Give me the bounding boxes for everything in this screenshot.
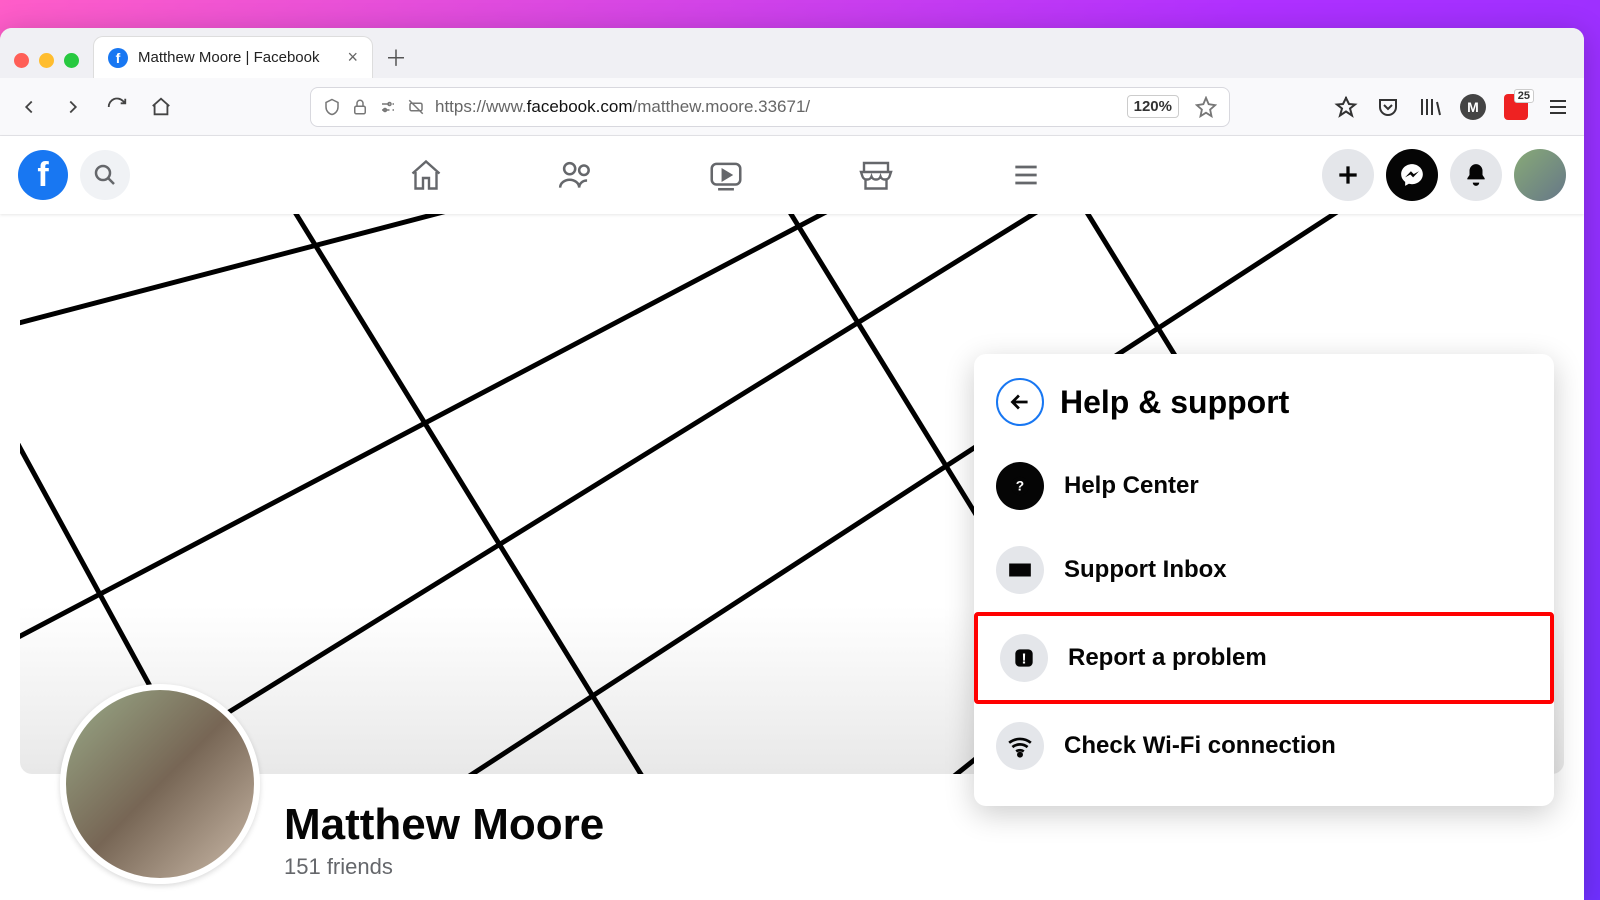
- svg-text:?: ?: [1016, 479, 1024, 494]
- shield-icon: [323, 98, 341, 116]
- menu-item-help-center[interactable]: ? Help Center: [974, 444, 1554, 528]
- extension-badge-count: 25: [1514, 89, 1534, 103]
- tracking-blocked-icon: [407, 98, 425, 116]
- bookmark-star-icon[interactable]: [1195, 96, 1217, 118]
- notifications-button[interactable]: [1450, 149, 1502, 201]
- browser-tab[interactable]: f Matthew Moore | Facebook ×: [93, 36, 373, 78]
- window-close-icon[interactable]: [14, 53, 29, 68]
- extensions-icon[interactable]: [1334, 95, 1358, 119]
- nav-reload-button[interactable]: [102, 92, 132, 122]
- help-support-dropdown: Help & support ? Help Center Support Inb…: [974, 354, 1554, 806]
- window-minimize-icon[interactable]: [39, 53, 54, 68]
- menu-item-check-wifi[interactable]: Check Wi-Fi connection: [974, 704, 1554, 788]
- wifi-icon: [996, 722, 1044, 770]
- pocket-icon[interactable]: [1376, 95, 1400, 119]
- browser-right-icons: M 25: [1334, 94, 1570, 120]
- profile-info: Matthew Moore 151 friends: [284, 800, 604, 884]
- adblock-extension-icon[interactable]: 25: [1504, 95, 1528, 119]
- svg-text:!: !: [1021, 650, 1026, 667]
- menu-item-label: Support Inbox: [1064, 556, 1227, 584]
- envelope-icon: [996, 546, 1044, 594]
- url-bar: https://www.facebook.com/matthew.moore.3…: [0, 78, 1584, 136]
- fb-search-button[interactable]: [80, 150, 130, 200]
- url-field[interactable]: https://www.facebook.com/matthew.moore.3…: [310, 87, 1230, 127]
- report-icon: !: [1000, 634, 1048, 682]
- fb-center-nav: [130, 145, 1322, 205]
- facebook-logo-icon[interactable]: f: [18, 150, 68, 200]
- tab-close-icon[interactable]: ×: [347, 47, 358, 68]
- nav-watch-icon[interactable]: [696, 145, 756, 205]
- profile-avatar-button[interactable]: [1514, 149, 1566, 201]
- nav-home-button[interactable]: [146, 92, 176, 122]
- menu-item-label: Report a problem: [1068, 644, 1267, 672]
- hamburger-menu-icon[interactable]: [1546, 95, 1570, 119]
- traffic-lights: [10, 53, 93, 78]
- nav-menu-icon[interactable]: [996, 145, 1056, 205]
- dropdown-back-button[interactable]: [996, 378, 1044, 426]
- zoom-badge[interactable]: 120%: [1127, 95, 1179, 118]
- profile-picture[interactable]: [60, 684, 260, 884]
- page-content: f: [0, 136, 1584, 900]
- menu-item-report-problem[interactable]: ! Report a problem: [974, 612, 1554, 704]
- profile-name: Matthew Moore: [284, 800, 604, 850]
- url-text: https://www.facebook.com/matthew.moore.3…: [435, 97, 810, 117]
- facebook-favicon-icon: f: [108, 48, 128, 68]
- nav-friends-icon[interactable]: [546, 145, 606, 205]
- fb-right-buttons: [1322, 149, 1566, 201]
- menu-item-support-inbox[interactable]: Support Inbox: [974, 528, 1554, 612]
- friends-count[interactable]: 151 friends: [284, 854, 604, 880]
- new-tab-button[interactable]: ＋: [379, 40, 413, 74]
- menu-item-label: Check Wi-Fi connection: [1064, 732, 1336, 760]
- library-icon[interactable]: [1418, 95, 1442, 119]
- tab-title: Matthew Moore | Facebook: [138, 49, 337, 66]
- tab-strip: f Matthew Moore | Facebook × ＋: [0, 28, 1584, 78]
- create-button[interactable]: [1322, 149, 1374, 201]
- nav-home-icon[interactable]: [396, 145, 456, 205]
- facebook-header: f: [0, 136, 1584, 214]
- arrow-left-icon: [1007, 389, 1033, 415]
- dropdown-header: Help & support: [974, 372, 1554, 444]
- search-icon: [93, 163, 117, 187]
- messenger-button[interactable]: [1386, 149, 1438, 201]
- window-maximize-icon[interactable]: [64, 53, 79, 68]
- lock-icon: [351, 98, 369, 116]
- nav-forward-button[interactable]: [58, 92, 88, 122]
- help-icon: ?: [996, 462, 1044, 510]
- permissions-icon: [379, 98, 397, 116]
- account-avatar-icon[interactable]: M: [1460, 94, 1486, 120]
- menu-item-label: Help Center: [1064, 472, 1199, 500]
- nav-marketplace-icon[interactable]: [846, 145, 906, 205]
- nav-back-button[interactable]: [14, 92, 44, 122]
- browser-window: f Matthew Moore | Facebook × ＋ https://w…: [0, 28, 1584, 900]
- dropdown-title: Help & support: [1060, 384, 1289, 421]
